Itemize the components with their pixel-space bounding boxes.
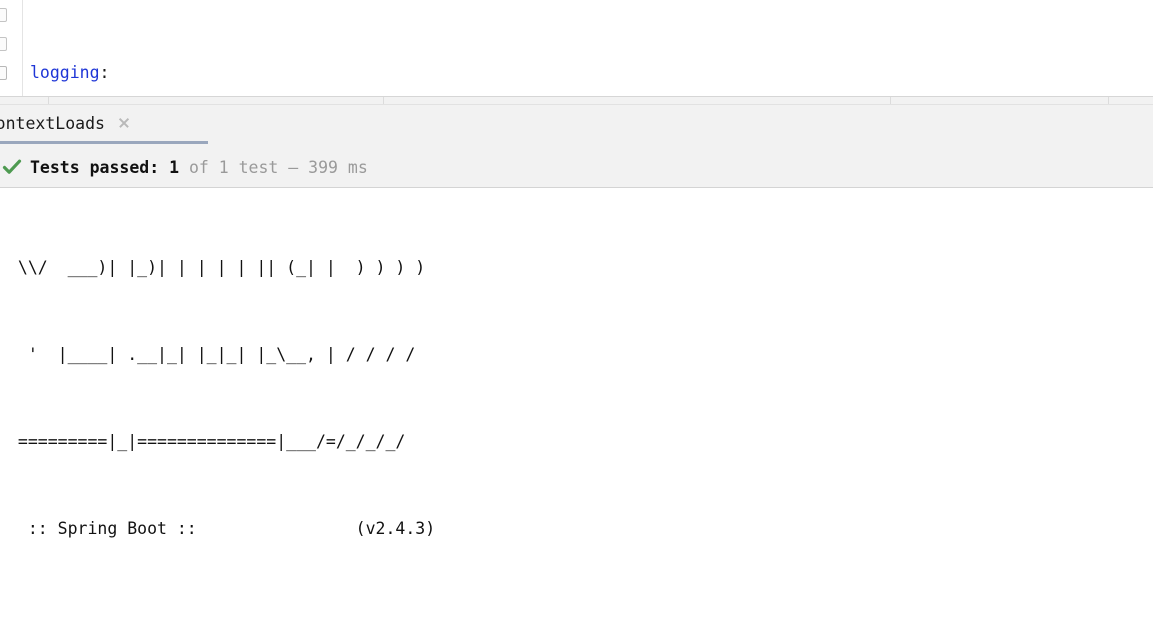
yaml-key: logging — [30, 63, 100, 82]
test-status-row: Tests passed: 1 of 1 test – 399 ms — [0, 146, 1153, 188]
file-icon[interactable] — [0, 66, 7, 80]
toolbar-divider — [383, 97, 384, 104]
code-line[interactable]: logging: — [23, 58, 1153, 87]
banner-line: ' |____| .__|_| |_|_| |_\__, | / / / / — [8, 345, 416, 364]
test-status-text: Tests passed: 1 of 1 test – 399 ms — [30, 158, 368, 177]
ide-window: logging: level: com.springboot: trace st… — [0, 0, 1153, 640]
panel-toolbar-strip — [0, 96, 1153, 105]
editor-gutter[interactable] — [0, 0, 22, 96]
console-output[interactable]: \\/ ___)| |_)| | | | | || (_| | ) ) ) ) … — [0, 188, 1153, 640]
close-icon[interactable] — [117, 116, 131, 130]
banner-line: =========|_|==============|___/=/_/_/_/ — [8, 432, 406, 451]
check-mark-icon — [2, 159, 22, 174]
yaml-editor-pane[interactable]: logging: level: com.springboot: trace — [0, 0, 1153, 96]
fold-icon[interactable] — [0, 8, 7, 22]
fold-icon[interactable] — [0, 37, 7, 51]
code-area[interactable]: logging: level: com.springboot: trace — [23, 0, 1153, 96]
banner-version-line: :: Spring Boot :: (v2.4.3) — [8, 519, 436, 538]
console-text: \\/ ___)| |_)| | | | | || (_| | ) ) ) ) … — [0, 188, 1153, 640]
test-tab-label: sts.contextLoads — [0, 113, 105, 133]
yaml-colon: : — [99, 63, 110, 82]
tests-passed-label: Tests passed: 1 — [30, 157, 180, 177]
toolbar-divider — [1108, 97, 1109, 104]
test-tab-context-loads[interactable]: sts.contextLoads — [0, 105, 143, 141]
test-runner-panel: sts.contextLoads Tests passed: 1 of 1 te… — [0, 105, 1153, 188]
test-tab-row: sts.contextLoads — [0, 105, 1153, 141]
active-tab-underline — [0, 141, 208, 144]
tests-summary-label: of 1 test – 399 ms — [179, 157, 368, 177]
banner-line: \\/ ___)| |_)| | | | | || (_| | ) ) ) ) — [8, 258, 426, 277]
toolbar-divider — [890, 97, 891, 104]
toolbar-divider — [48, 97, 49, 104]
